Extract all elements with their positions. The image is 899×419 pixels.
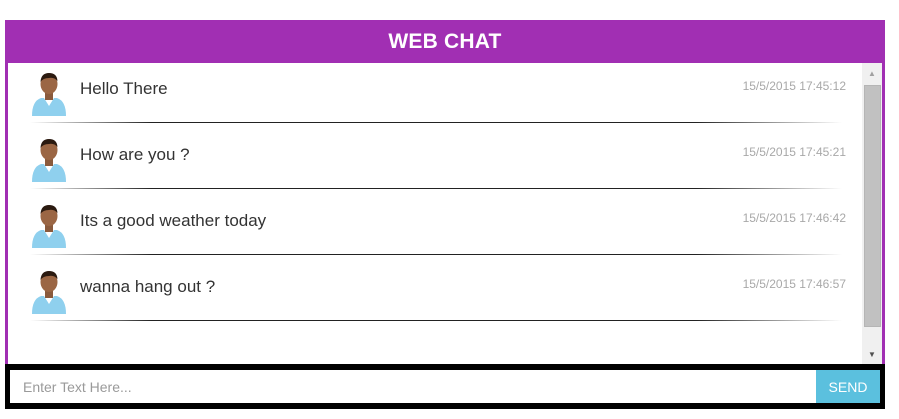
message-item: Hello There 15/5/2015 17:45:12 [8, 63, 862, 129]
user-avatar-icon [32, 271, 66, 314]
message-timestamp: 15/5/2015 17:46:42 [742, 211, 846, 225]
message-input[interactable] [10, 370, 818, 403]
send-button[interactable]: SEND [816, 370, 880, 403]
message-item: How are you ? 15/5/2015 17:45:21 [8, 129, 862, 195]
user-avatar-icon [32, 73, 66, 116]
user-avatar-icon [32, 139, 66, 182]
scrollbar-thumb[interactable] [864, 85, 881, 327]
message-divider [30, 122, 842, 123]
message-item: Its a good weather today 15/5/2015 17:46… [8, 195, 862, 261]
message-timestamp: 15/5/2015 17:45:21 [742, 145, 846, 159]
scroll-down-arrow-icon[interactable]: ▼ [862, 344, 882, 364]
scroll-up-arrow-icon[interactable]: ▲ [862, 63, 882, 83]
message-text: wanna hang out ? [80, 277, 216, 296]
message-divider [30, 188, 842, 189]
message-text: How are you ? [80, 145, 190, 164]
message-timestamp: 15/5/2015 17:45:12 [742, 79, 846, 93]
message-text: Its a good weather today [80, 211, 267, 230]
chat-body: Hello There 15/5/2015 17:45:12 How are y… [8, 63, 882, 364]
message-list: Hello There 15/5/2015 17:45:12 How are y… [8, 63, 862, 364]
message-item: wanna hang out ? 15/5/2015 17:46:57 [8, 261, 862, 327]
user-avatar-icon [32, 205, 66, 248]
message-divider [30, 254, 842, 255]
chat-window: WEB CHAT Hello There 15/5/2015 17:45:12 [5, 20, 885, 409]
chat-title: WEB CHAT [388, 29, 502, 53]
message-divider [30, 320, 842, 321]
message-input-bar: SEND [5, 364, 885, 409]
chat-scrollbar[interactable]: ▲ ▼ [862, 63, 882, 364]
message-text: Hello There [80, 79, 168, 98]
message-timestamp: 15/5/2015 17:46:57 [742, 277, 846, 291]
